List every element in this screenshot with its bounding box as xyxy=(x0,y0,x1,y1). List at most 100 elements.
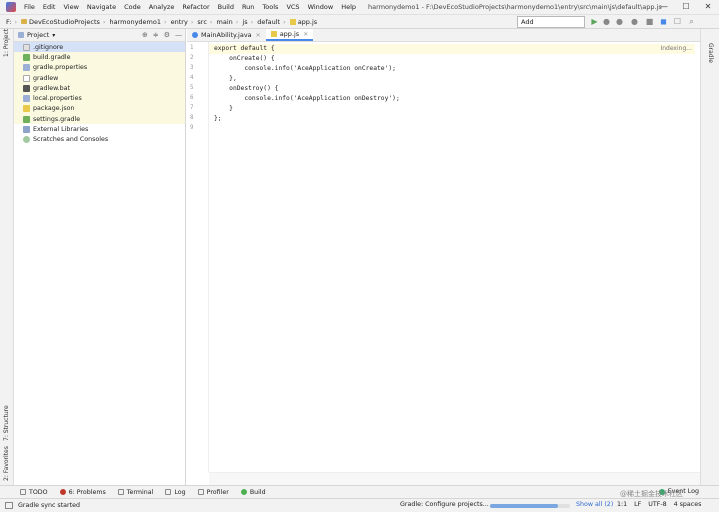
menu-analyze[interactable]: Analyze xyxy=(145,0,179,14)
tree-item-label: gradle.properties xyxy=(33,64,88,72)
project-panel-title[interactable]: Project xyxy=(27,31,49,39)
line-number: 4 xyxy=(190,75,194,81)
breadcrumb-folder[interactable]: default › xyxy=(255,18,287,26)
device-manager-icon[interactable]: ☐ xyxy=(673,17,682,27)
editor-tabs: MainAbility.java ✕ app.js ✕ xyxy=(187,29,700,42)
tab-app-js[interactable]: app.js ✕ xyxy=(265,29,314,41)
chevron-down-icon[interactable]: ▾ xyxy=(52,32,55,39)
tree-item[interactable]: External Libraries xyxy=(14,124,185,134)
tool-button-label: Build xyxy=(249,488,266,496)
show-all-tasks-link[interactable]: Show all (2) xyxy=(576,501,613,508)
line-number: 9 xyxy=(190,125,194,131)
tree-item[interactable]: Scratches and Consoles xyxy=(14,135,185,145)
breadcrumb-folder[interactable]: src › xyxy=(195,18,214,26)
breadcrumb-drive[interactable]: F: › xyxy=(4,18,19,26)
folder-icon xyxy=(21,19,28,24)
debug-icon[interactable]: ● xyxy=(602,17,611,27)
menu-navigate[interactable]: Navigate xyxy=(83,0,120,14)
todo-tool-button[interactable]: TODO xyxy=(20,489,48,496)
code-line[interactable]: }; xyxy=(214,114,222,124)
breadcrumb-folder[interactable]: main › xyxy=(215,18,241,26)
menu-tools[interactable]: Tools xyxy=(258,0,282,14)
menu-refactor[interactable]: Refactor xyxy=(178,0,213,14)
tree-item[interactable]: package.json xyxy=(14,103,185,115)
run-configuration-dropdown[interactable]: Add Configuration... xyxy=(517,16,585,36)
code-line[interactable]: export default { xyxy=(209,44,695,54)
profiler-tool-button[interactable]: Profiler xyxy=(197,489,229,496)
breadcrumb-folder[interactable]: harmonydemo1 › xyxy=(108,18,169,26)
menu-run[interactable]: Run xyxy=(238,0,258,14)
tree-item[interactable]: gradle.properties xyxy=(14,62,185,73)
tab-mainability-java[interactable]: MainAbility.java ✕ xyxy=(187,29,266,41)
tree-item-label: Scratches and Consoles xyxy=(33,136,109,144)
code-line[interactable]: console.info('AceApplication onDestroy')… xyxy=(214,94,399,104)
menu-file[interactable]: File xyxy=(20,0,39,14)
tree-item-label: build.gradle xyxy=(33,53,71,61)
sync-icon[interactable]: ◼ xyxy=(659,17,668,27)
tree-item[interactable]: gradlew xyxy=(14,72,185,84)
breadcrumb-label: js xyxy=(242,17,248,26)
indent-setting[interactable]: 4 spaces xyxy=(674,501,702,508)
hide-icon[interactable]: — xyxy=(175,30,182,41)
menu-vcs[interactable]: VCS xyxy=(282,0,303,14)
maximize-icon[interactable]: ☐ xyxy=(675,0,697,14)
menu-build[interactable]: Build xyxy=(214,0,238,14)
locate-icon[interactable]: ⊕ xyxy=(142,30,148,41)
tree-item[interactable]: settings.gradle xyxy=(14,114,185,125)
menu-view[interactable]: View xyxy=(59,0,82,14)
status-message[interactable]: Gradle sync started xyxy=(18,502,80,509)
library-icon xyxy=(23,126,30,134)
profile-icon[interactable]: ● xyxy=(630,17,639,27)
json-file-icon xyxy=(23,105,30,113)
breadcrumb-file[interactable]: app.js xyxy=(288,18,320,26)
properties-file-icon xyxy=(23,64,30,72)
favorites-tool-button[interactable]: 2: Favorites xyxy=(3,446,10,481)
project-tool-button[interactable]: 1: Project xyxy=(3,29,10,57)
code-line[interactable]: console.info('AceApplication onCreate'); xyxy=(214,64,396,74)
run-icon[interactable]: ▶ xyxy=(590,17,599,27)
tree-item-label: External Libraries xyxy=(33,126,89,134)
js-file-icon xyxy=(270,31,277,37)
tree-item-label: package.json xyxy=(33,105,75,113)
close-icon[interactable]: ✕ xyxy=(697,0,719,14)
gear-icon[interactable]: ⚙ xyxy=(164,30,170,41)
code-line[interactable]: } xyxy=(214,104,233,114)
gradle-tool-button[interactable]: Gradle xyxy=(707,43,714,63)
tree-item[interactable]: .gitignore xyxy=(14,42,185,53)
minimize-icon[interactable]: — xyxy=(653,0,675,14)
code-line[interactable]: }, xyxy=(214,74,237,84)
breadcrumb-label: harmonydemo1 xyxy=(109,17,162,26)
caret-position[interactable]: 1:1 xyxy=(617,501,627,508)
stop-icon[interactable]: ■ xyxy=(645,17,654,27)
menu-edit[interactable]: Edit xyxy=(39,0,60,14)
build-tool-button[interactable]: Build xyxy=(240,488,266,496)
file-encoding[interactable]: UTF-8 xyxy=(648,501,666,508)
log-tool-button[interactable]: Log xyxy=(165,489,186,496)
tree-item[interactable]: build.gradle xyxy=(14,52,185,63)
breadcrumb-folder[interactable]: DevEcoStudioProjects › xyxy=(19,18,107,26)
tree-item[interactable]: local.properties xyxy=(14,93,185,104)
menu-code[interactable]: Code xyxy=(120,0,145,14)
tool-windows-toggle-icon[interactable] xyxy=(5,502,13,509)
line-number: 1 xyxy=(190,45,194,51)
structure-tool-button[interactable]: 7: Structure xyxy=(3,405,10,441)
tree-item[interactable]: gradlew.bat xyxy=(14,83,185,94)
breadcrumb-folder[interactable]: entry › xyxy=(169,18,196,26)
code-line[interactable]: onDestroy() { xyxy=(214,84,278,94)
gitignore-file-icon xyxy=(23,43,30,51)
line-number: 8 xyxy=(190,115,194,121)
breadcrumb-folder[interactable]: js › xyxy=(240,18,255,26)
close-icon[interactable]: ✕ xyxy=(303,31,308,38)
search-icon[interactable]: ⌕ xyxy=(687,17,696,27)
coverage-icon[interactable]: ● xyxy=(615,17,624,27)
terminal-tool-button[interactable]: Terminal xyxy=(117,489,153,496)
collapse-all-icon[interactable]: ≑ xyxy=(153,30,159,41)
close-icon[interactable]: ✕ xyxy=(256,32,261,39)
app-logo-icon xyxy=(6,2,16,12)
code-line[interactable]: onCreate() { xyxy=(214,54,275,64)
line-separator[interactable]: LF xyxy=(634,501,641,508)
horizontal-scrollbar[interactable] xyxy=(209,472,700,485)
menu-window[interactable]: Window xyxy=(304,0,338,14)
menu-help[interactable]: Help xyxy=(337,0,360,14)
problems-tool-button[interactable]: 6: Problems xyxy=(59,489,106,496)
